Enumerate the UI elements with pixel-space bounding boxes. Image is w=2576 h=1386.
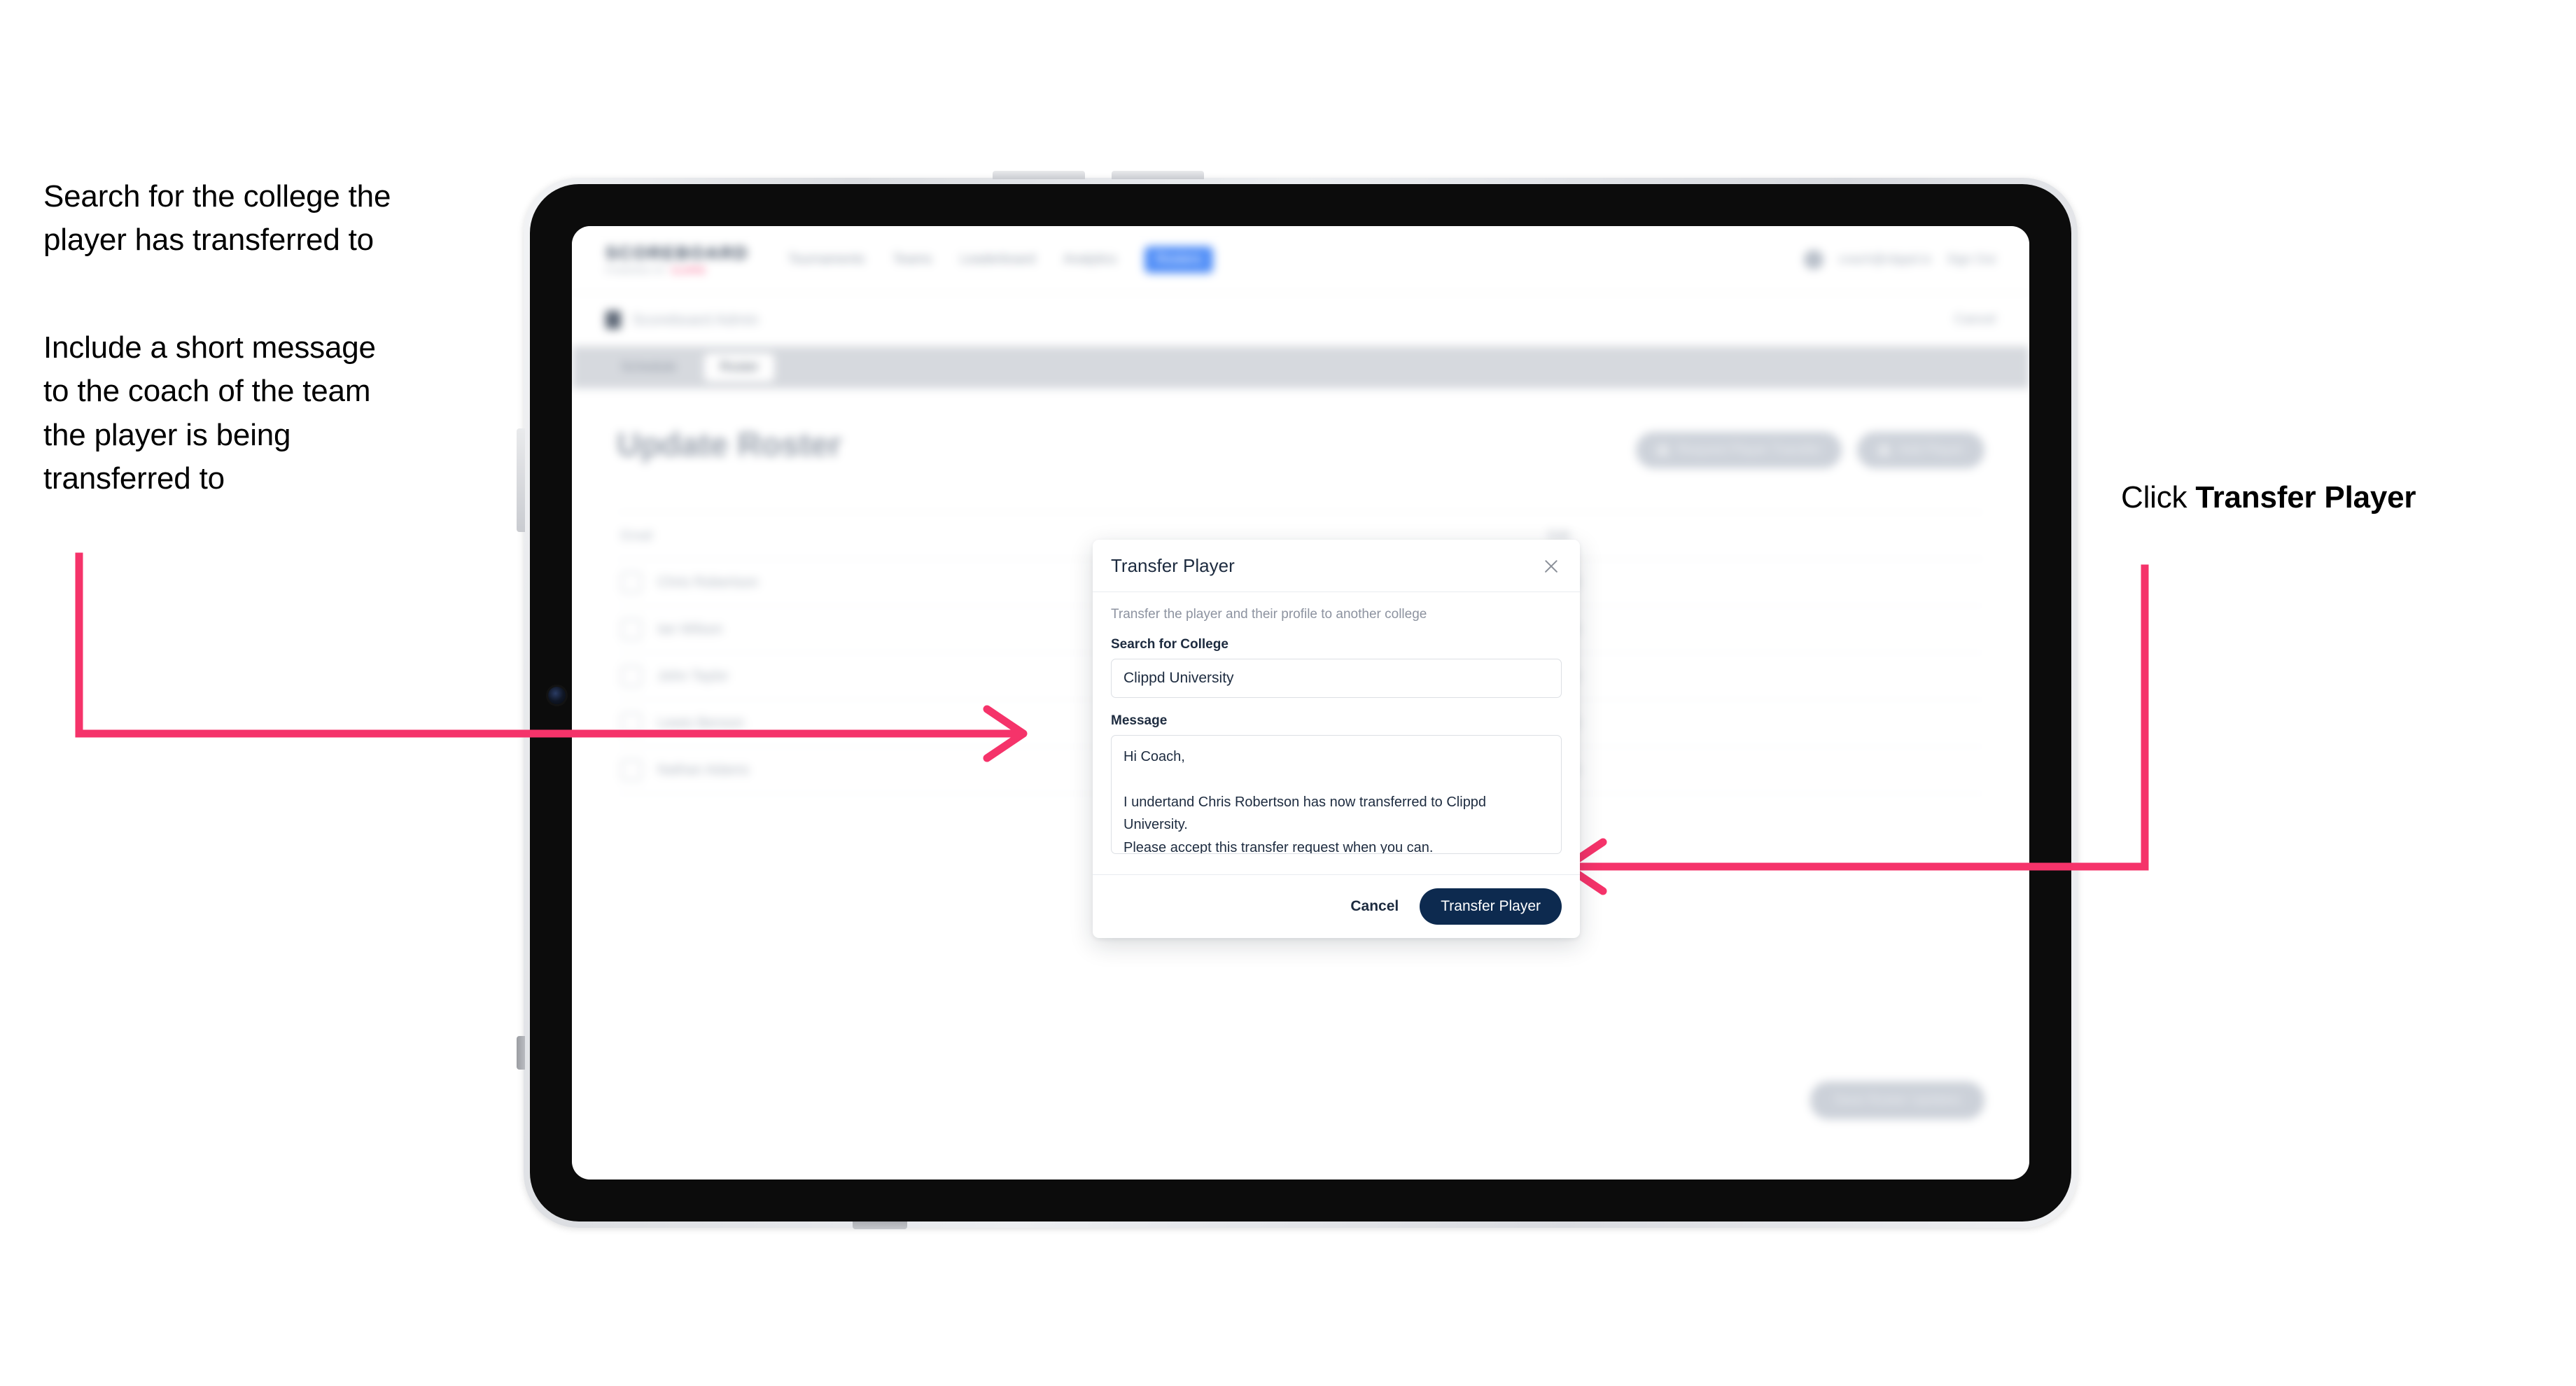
app-tabbar: Schedule Roster [572, 346, 2029, 388]
annotation-include-message: Include a short message to the coach of … [43, 330, 376, 496]
row-player-name: Ian Wilson [657, 621, 723, 637]
header-right-cluster: coach@clippd.io Sign Out [1803, 249, 1996, 270]
avatar[interactable] [1803, 249, 1823, 270]
request-player-transfer-label: Request Player Transfer [1677, 442, 1821, 457]
row-player-name: Lewis Benson [657, 715, 745, 731]
cancel-button[interactable]: Cancel [1348, 892, 1401, 920]
sign-out-link[interactable]: Sign Out [1947, 252, 1996, 267]
transfer-player-modal: Transfer Player Transfer the player and … [1093, 540, 1580, 938]
nav-item-tournaments[interactable]: Tournaments [788, 252, 865, 267]
search-college-input[interactable] [1111, 659, 1562, 698]
volume-up-button[interactable] [993, 171, 1085, 179]
volume-down-button[interactable] [1112, 171, 1204, 179]
row-player-name: John Taylor [657, 668, 729, 684]
page-title-row: Update Roster Request Player Transfer Ad… [617, 425, 1984, 468]
brand-sub-prefix: POWERED BY [606, 267, 668, 275]
row-checkbox[interactable] [621, 572, 642, 593]
device-screen: SCOREBOARD POWERED BY CLIPPD Tournaments… [572, 226, 2029, 1180]
brand-subtitle: POWERED BY CLIPPD [606, 267, 749, 275]
row-checkbox[interactable] [621, 760, 642, 780]
brand-name: SCOREBOARD [606, 244, 749, 263]
nav-item-leaderboard[interactable]: Leaderboard [960, 252, 1035, 267]
modal-footer: Cancel Transfer Player [1093, 874, 1580, 938]
header-user-email: coach@clippd.io [1838, 252, 1931, 266]
modal-description: Transfer the player and their profile to… [1111, 607, 1427, 622]
tab-schedule[interactable]: Schedule [606, 354, 692, 382]
row-player-name: Nathan Adams [657, 762, 750, 778]
row-player-name: Chris Robertson [657, 574, 759, 590]
subbar-title: Scoreboard Admin [632, 311, 759, 329]
primary-nav: Tournaments Teams Leaderboard Analytics … [788, 246, 1213, 273]
modal-header: Transfer Player [1093, 540, 1580, 592]
power-button[interactable] [517, 428, 525, 532]
app-subbar: Scoreboard Admin Cancel [572, 293, 2029, 346]
subbar-cancel-link[interactable]: Cancel [1954, 312, 1996, 328]
add-player-label: Add Player [1898, 442, 1963, 457]
nav-item-teams[interactable]: Teams [892, 252, 932, 267]
nav-item-rosters[interactable]: Rosters [1144, 246, 1213, 273]
page-actions: Request Player Transfer Add Player [1636, 425, 1984, 468]
annotation-search-college: Search for the college the player has tr… [43, 179, 391, 258]
save-roster-updates-button[interactable]: Save Roster Updates [1810, 1082, 1984, 1119]
request-player-transfer-button[interactable]: Request Player Transfer [1636, 432, 1842, 468]
app-header: SCOREBOARD POWERED BY CLIPPD Tournaments… [572, 226, 2029, 293]
front-camera-icon [548, 687, 566, 704]
close-icon[interactable] [1541, 556, 1562, 577]
annotation-click-target: Transfer Player [2195, 480, 2416, 514]
brand-logo[interactable]: SCOREBOARD POWERED BY CLIPPD [606, 244, 749, 275]
tablet-device-mockup: SCOREBOARD POWERED BY CLIPPD Tournaments… [517, 171, 2078, 1229]
brand-sub-accent: CLIPPD [671, 267, 706, 275]
subbar-left: Scoreboard Admin [606, 310, 759, 329]
message-label: Message [1111, 713, 1168, 728]
message-textarea[interactable] [1111, 735, 1562, 854]
tab-roster[interactable]: Roster [704, 354, 775, 382]
subbar-title-muted: Admin [711, 310, 760, 328]
row-checkbox[interactable] [621, 619, 642, 640]
annotation-click-prefix: Click [2121, 480, 2196, 514]
device-bottom-connector [853, 1221, 907, 1229]
plus-icon [1878, 444, 1891, 456]
modal-body: Transfer the player and their profile to… [1093, 592, 1580, 874]
page-title: Update Roster [617, 426, 842, 463]
search-college-label: Search for College [1111, 637, 1228, 652]
device-bezel: SCOREBOARD POWERED BY CLIPPD Tournaments… [530, 184, 2071, 1222]
nav-item-analytics[interactable]: Analytics [1063, 252, 1116, 267]
device-side-connector [517, 1036, 525, 1070]
row-checkbox[interactable] [621, 713, 642, 734]
annotation-click-transfer: Click Transfer Player [2121, 476, 2541, 519]
field-spacer [1111, 698, 1562, 713]
modal-title: Transfer Player [1111, 555, 1235, 576]
transfer-player-button[interactable]: Transfer Player [1420, 888, 1562, 925]
add-player-button[interactable]: Add Player [1857, 432, 1984, 468]
transfer-icon [1657, 444, 1670, 456]
scoreboard-icon [606, 310, 621, 329]
subbar-title-main: Scoreboard [632, 310, 712, 328]
row-checkbox[interactable] [621, 666, 642, 687]
